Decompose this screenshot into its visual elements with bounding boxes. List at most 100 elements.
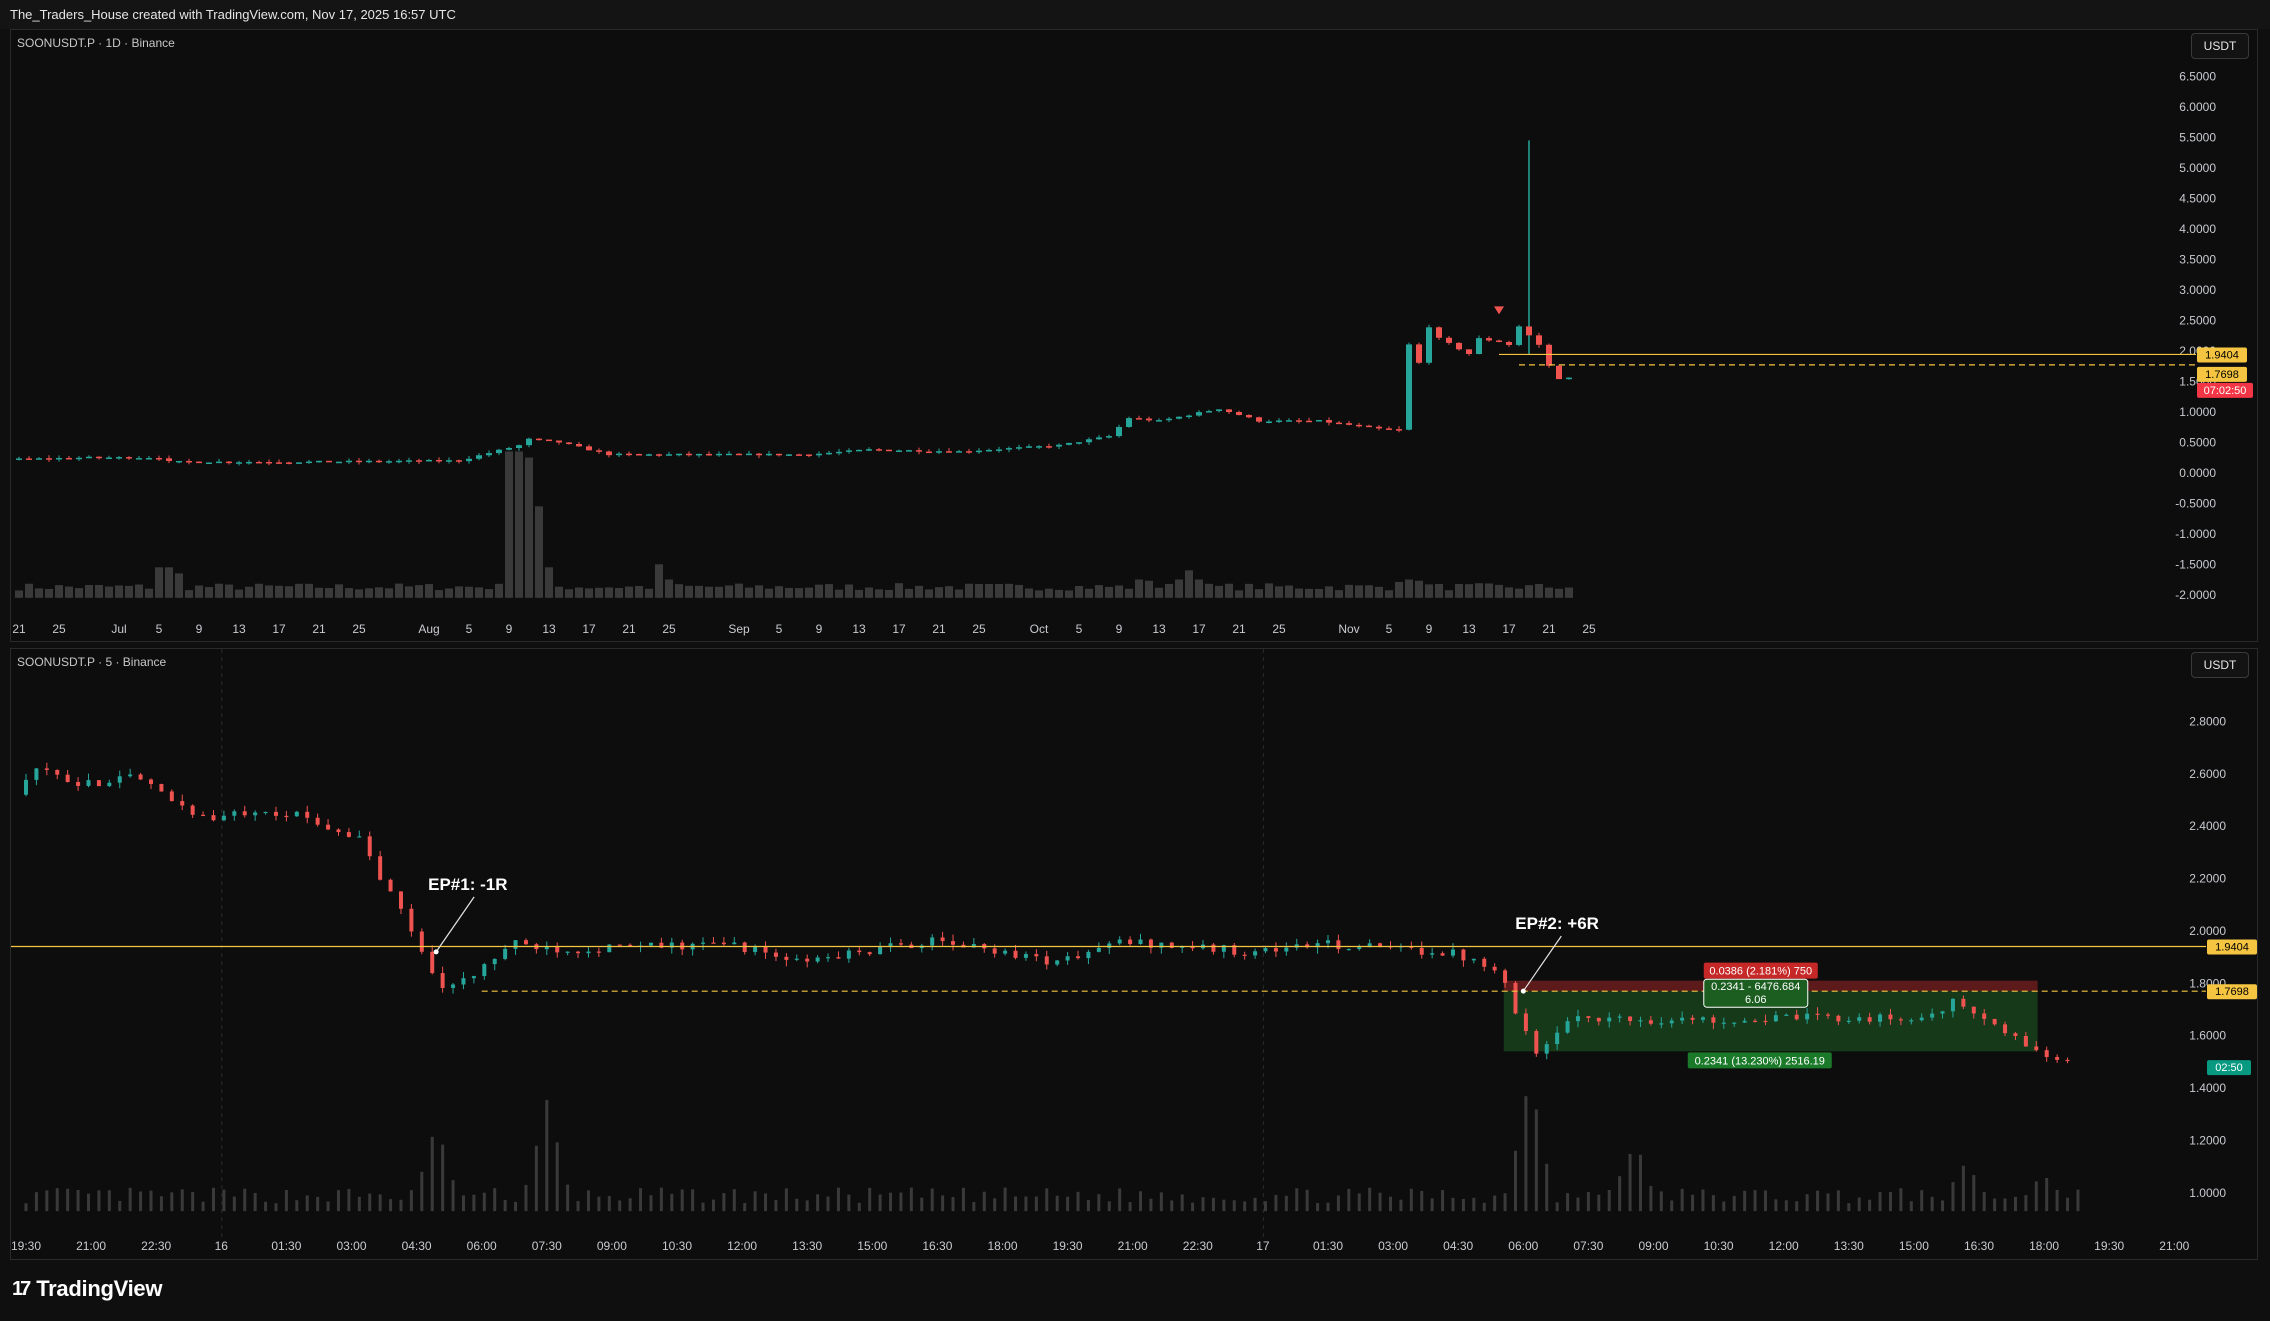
candle-body <box>1206 411 1212 413</box>
y-tick-label: 5.0000 <box>2179 161 2216 175</box>
volume-bar <box>1316 1203 1320 1212</box>
volume-bar <box>336 1190 340 1212</box>
volume-bar <box>1245 583 1253 598</box>
volume-bar <box>1586 1191 1590 1212</box>
volume-bar <box>826 1196 830 1212</box>
candle-body <box>1107 943 1112 948</box>
volume-bar <box>745 587 753 598</box>
volume-bar <box>1095 585 1103 598</box>
candle-body <box>426 459 432 462</box>
candle-body <box>1950 998 1955 1012</box>
candle-body <box>606 451 612 456</box>
candle-body <box>1196 412 1202 416</box>
candle-body <box>773 952 778 957</box>
candle-body <box>1076 442 1082 444</box>
candle-body <box>451 984 456 988</box>
volume-bar <box>389 1199 393 1212</box>
candle-body <box>1138 939 1143 945</box>
volume-bar <box>1055 589 1063 598</box>
volume-bar <box>255 583 263 598</box>
y-tick-label: 2.6000 <box>2189 767 2226 781</box>
volume-bar <box>555 586 563 598</box>
volume-bar <box>586 1190 590 1212</box>
tradingview-logo[interactable]: 17 TradingView <box>12 1276 162 1302</box>
x-tick-label: 5 <box>1076 622 1083 636</box>
volume-bar <box>435 590 443 598</box>
candle-body <box>116 457 122 459</box>
candle-body <box>206 462 212 465</box>
volume-bar <box>899 1192 903 1212</box>
x-tick-label: 9 <box>196 622 203 636</box>
candle-body <box>784 956 789 960</box>
candle-body <box>326 824 331 830</box>
candle-body <box>386 461 392 463</box>
volume-bar <box>975 584 983 598</box>
volume-bar <box>1701 1189 1705 1212</box>
daily-chart-svg[interactable]: 6.5000 6.0000 5.5000 5.0000 4.5000 4.0000 3.50… <box>11 30 2258 642</box>
volume-bar <box>655 564 663 598</box>
volume-bar <box>1159 1192 1163 1212</box>
candle-body <box>1326 940 1330 944</box>
candle-body <box>456 460 462 462</box>
candle-body <box>221 815 226 821</box>
daily-chart-pane[interactable]: SOONUSDT.P · 1D · Binance USDT 6.5000 6.0… <box>10 29 2258 642</box>
candle-body <box>1513 982 1518 1014</box>
candle-body <box>586 446 592 451</box>
footer: 17 TradingView <box>0 1262 2270 1321</box>
volume-bar <box>735 583 743 598</box>
intraday-chart-svg[interactable]: 2.80002.60002.40002.20002.00001.80001.60… <box>11 649 2258 1260</box>
volume-bar <box>1211 1197 1215 1212</box>
volume-bar <box>1326 1202 1330 1212</box>
volume-bar <box>566 1184 570 1212</box>
x-tick-label: 13 <box>1152 622 1166 636</box>
candle-body <box>366 460 372 463</box>
candle-body <box>1794 1014 1799 1020</box>
candle-body <box>440 973 445 988</box>
candle-body <box>1386 428 1392 430</box>
candle-body <box>1492 966 1497 971</box>
volume-bar <box>639 1188 643 1212</box>
x-tick-label: 5 <box>776 622 783 636</box>
volume-bar <box>195 585 203 598</box>
candle-body <box>1086 439 1092 443</box>
intraday-chart-pane[interactable]: SOONUSDT.P · 5 · Binance USDT 2.8000 2.60… <box>10 648 2258 1260</box>
volume-bar <box>722 1193 726 1212</box>
candle-body <box>1116 426 1122 437</box>
intraday-currency-button[interactable]: USDT <box>2191 652 2249 678</box>
candle-body <box>1586 1016 1591 1018</box>
volume-bar <box>1335 590 1343 598</box>
candle-body <box>1596 1017 1601 1022</box>
volume-bar <box>135 584 143 598</box>
candle-body <box>516 445 522 449</box>
daily-currency-button[interactable]: USDT <box>2191 33 2249 59</box>
volume-bar <box>855 589 863 598</box>
candle-body <box>126 457 132 459</box>
volume-bar <box>65 586 73 598</box>
candle-body <box>1436 327 1442 338</box>
candle-body <box>523 940 528 945</box>
candle-body <box>2003 1024 2008 1034</box>
stop-label-text: 0.0386 (2.181%) 750 <box>1709 966 1812 978</box>
volume-bar <box>284 1189 288 1212</box>
volume-bar <box>415 585 423 598</box>
candle-body <box>1555 1032 1560 1045</box>
volume-bar <box>1461 1198 1465 1212</box>
candle-body <box>956 451 962 453</box>
volume-bar <box>1555 588 1563 598</box>
candle-body <box>1486 338 1492 341</box>
candle-body <box>86 780 91 786</box>
volume-bar <box>1482 1202 1486 1212</box>
candle-body <box>805 958 810 962</box>
volume-bar <box>191 1191 195 1212</box>
x-tick-label: 13 <box>852 622 866 636</box>
volume-bar <box>465 586 473 598</box>
price-level-badge-text: 1.9404 <box>2215 942 2249 954</box>
volume-bar <box>180 1189 184 1212</box>
candle-body <box>1753 1020 1758 1023</box>
candle-body <box>24 779 28 795</box>
volume-bar <box>972 1201 976 1212</box>
candle-body <box>794 958 799 960</box>
candle-body <box>1700 1017 1705 1020</box>
volume-bar <box>1909 1201 1913 1212</box>
x-tick-label: 10:30 <box>662 1239 692 1253</box>
